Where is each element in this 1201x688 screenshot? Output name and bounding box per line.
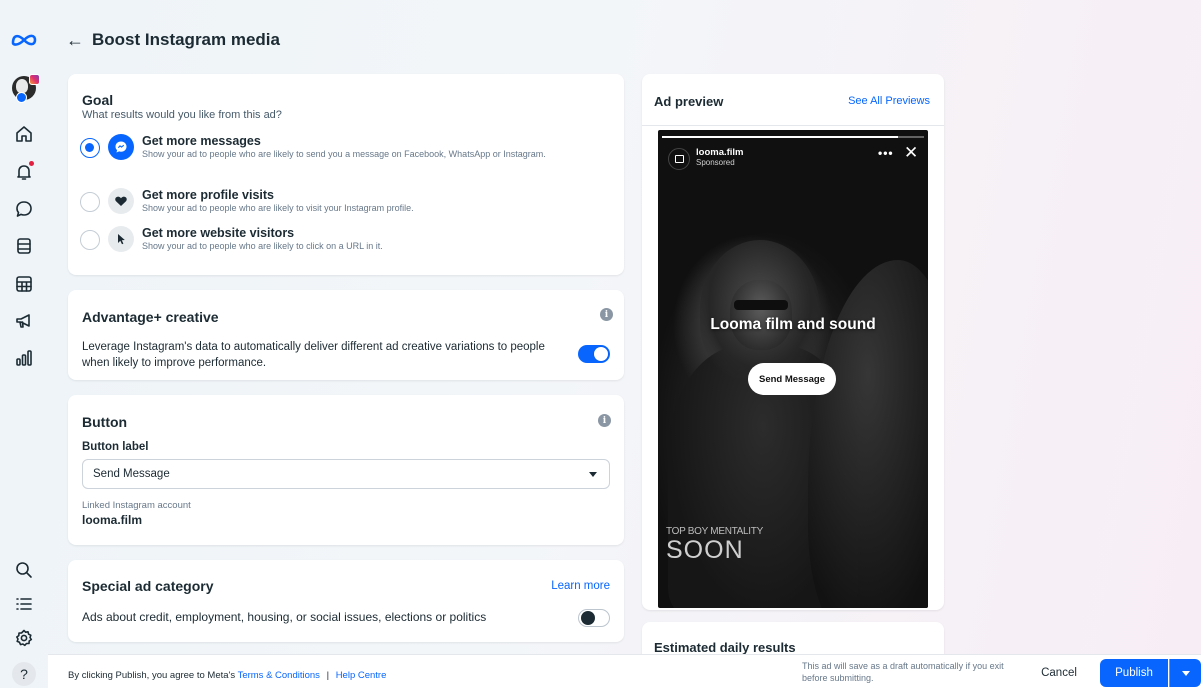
preview-account-name: looma.film	[696, 147, 744, 158]
select-value: Send Message	[93, 468, 170, 480]
special-category-toggle[interactable]	[578, 609, 610, 627]
preview-headline: Looma film and sound	[710, 316, 876, 333]
insights-icon[interactable]	[8, 344, 40, 372]
photo-subject-glasses	[734, 300, 788, 310]
info-icon[interactable]: i	[600, 308, 613, 321]
account-avatar[interactable]	[8, 74, 40, 103]
legal-prefix: By clicking Publish, you agree to Meta's	[68, 670, 236, 681]
content-icon[interactable]	[8, 232, 40, 260]
divider	[642, 125, 944, 126]
cancel-button[interactable]: Cancel	[1024, 659, 1094, 687]
page-header: ← Boost Instagram media	[66, 28, 280, 52]
planner-icon[interactable]	[8, 270, 40, 298]
search-icon[interactable]	[8, 556, 40, 584]
caret-down-icon	[589, 472, 597, 477]
option-description: Show your ad to people who are likely to…	[142, 203, 414, 213]
photo-background-person	[808, 260, 928, 608]
preview-big-text: SOON	[666, 536, 744, 564]
see-all-previews-link[interactable]: See All Previews	[848, 95, 930, 107]
back-arrow-icon[interactable]: ←	[66, 31, 84, 49]
goal-option-website-visitors[interactable]: Get more website visitors Show your ad t…	[80, 226, 582, 252]
more-options-icon[interactable]: •••	[878, 146, 894, 160]
option-description: Show your ad to people who are likely to…	[142, 149, 546, 159]
sponsored-label: Sponsored	[696, 158, 735, 167]
home-icon[interactable]	[8, 120, 40, 148]
special-ad-category-card: Special ad category Learn more Ads about…	[68, 560, 624, 642]
menu-icon[interactable]	[8, 590, 40, 618]
button-label-heading: Button label	[82, 441, 149, 453]
goal-title: Goal	[82, 92, 114, 108]
close-icon[interactable]: ✕	[904, 143, 918, 163]
help-icon[interactable]: ?	[8, 660, 40, 688]
linked-account-label: Linked Instagram account	[82, 500, 191, 511]
messages-icon[interactable]	[8, 195, 40, 223]
cursor-icon	[108, 226, 134, 252]
settings-icon[interactable]	[8, 624, 40, 652]
button-card: Button i Button label Send Message Linke…	[68, 395, 624, 545]
left-nav-rail: ?	[0, 0, 48, 688]
button-label-select[interactable]: Send Message	[82, 459, 610, 489]
story-preview: looma.film Sponsored ••• ✕ Looma film an…	[658, 130, 928, 608]
goal-question: What results would you like from this ad…	[82, 109, 282, 121]
button-card-title: Button	[82, 414, 128, 430]
ad-preview-card: Ad preview See All Previews looma.film S…	[642, 74, 944, 610]
account-logo-icon	[668, 148, 690, 170]
publish-options-dropdown[interactable]	[1169, 659, 1201, 687]
linked-account-value: looma.film	[82, 513, 143, 527]
option-label: Get more profile visits	[142, 188, 274, 202]
advantage-toggle[interactable]	[578, 345, 610, 363]
terms-link[interactable]: Terms & Conditions	[238, 670, 320, 681]
draft-note: This ad will save as a draft automatical…	[802, 661, 1004, 683]
help-centre-link[interactable]: Help Centre	[336, 670, 387, 681]
option-description: Show your ad to people who are likely to…	[142, 241, 383, 251]
footer-separator: |	[326, 670, 330, 681]
advantage-title: Advantage+ creative	[82, 309, 219, 325]
radio-unselected[interactable]	[80, 230, 100, 250]
notification-dot	[29, 161, 34, 166]
ad-preview-title: Ad preview	[654, 94, 724, 109]
messenger-icon	[108, 134, 134, 160]
ads-icon[interactable]	[8, 307, 40, 335]
caret-down-icon	[1181, 670, 1190, 676]
story-progress-bar	[662, 136, 924, 138]
radio-selected[interactable]	[80, 138, 100, 158]
goal-option-profile-visits[interactable]: Get more profile visits Show your ad to …	[80, 188, 582, 214]
photo-subject-face	[730, 280, 792, 350]
option-label: Get more messages	[142, 134, 261, 148]
preview-cta-button[interactable]: Send Message	[748, 363, 836, 395]
footer-bar: By clicking Publish, you agree to Meta's…	[48, 654, 1201, 688]
radio-unselected[interactable]	[80, 192, 100, 212]
goal-option-messages[interactable]: Get more messages Show your ad to people…	[80, 134, 582, 160]
info-icon[interactable]: i	[598, 414, 611, 427]
advantage-description: Leverage Instagram's data to automatical…	[82, 341, 545, 369]
page-title: Boost Instagram media	[92, 30, 280, 49]
publish-button[interactable]: Publish	[1100, 659, 1168, 687]
goal-card: Goal What results would you like from th…	[68, 74, 624, 275]
legal-text: By clicking Publish, you agree to Meta's…	[68, 670, 386, 681]
special-title: Special ad category	[82, 578, 214, 594]
estimated-title: Estimated daily results	[654, 640, 796, 655]
heart-icon	[108, 188, 134, 214]
meta-logo-icon[interactable]	[8, 26, 40, 54]
story-progress-fill	[662, 136, 898, 138]
option-label: Get more website visitors	[142, 226, 295, 240]
notifications-icon[interactable]	[8, 158, 40, 186]
learn-more-link[interactable]: Learn more	[551, 580, 610, 592]
advantage-creative-card: Advantage+ creative i Leverage Instagram…	[68, 290, 624, 380]
special-description: Ads about credit, employment, housing, o…	[82, 610, 487, 624]
